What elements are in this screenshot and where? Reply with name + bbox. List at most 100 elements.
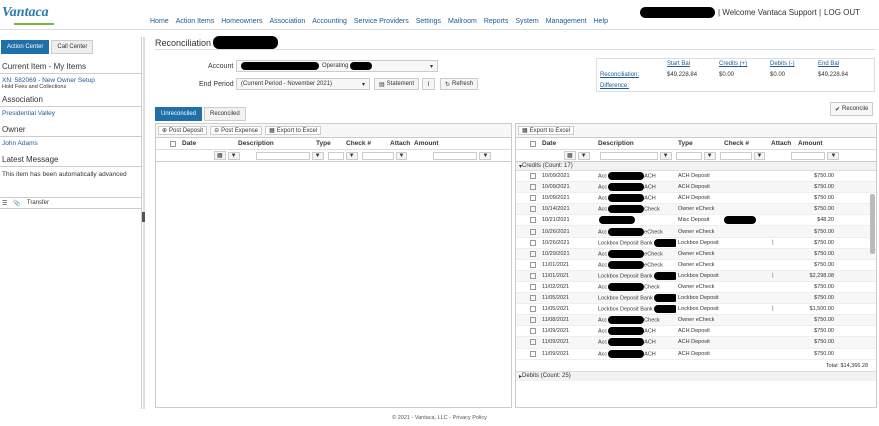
amount-filter[interactable] <box>433 151 478 160</box>
nav-item[interactable]: Accounting <box>312 18 347 25</box>
row-checkbox[interactable] <box>530 228 536 235</box>
tab-reconciled[interactable]: Reconciled <box>204 107 246 121</box>
credits-group-row[interactable]: ▾ Credits (Count: 17) <box>516 162 876 171</box>
nav-item[interactable]: Service Providers <box>354 18 409 25</box>
select-all-checkbox[interactable] <box>170 140 176 147</box>
table-row[interactable]: 10/14/2021 Acc Check Owner eCheck $750.00 <box>516 204 876 216</box>
table-row[interactable]: 11/02/2021 Acc Check Owner eCheck $750.00 <box>516 282 876 294</box>
row-checkbox[interactable] <box>530 239 536 246</box>
splitter-grip[interactable] <box>142 212 145 222</box>
check-filter[interactable] <box>719 151 752 160</box>
row-checkbox[interactable] <box>530 206 536 213</box>
col-attach[interactable]: Attach <box>388 140 412 147</box>
table-row[interactable]: 10/21/2021 Misc Deposit $48.20 <box>516 215 876 227</box>
refresh-button[interactable]: ↻ Refresh <box>440 78 479 90</box>
post-deposit-button[interactable]: ⊕ Post Deposit <box>158 126 208 135</box>
start-bal-header[interactable]: Start Bal <box>667 61 690 67</box>
transfer-button[interactable]: Transfer <box>27 200 49 206</box>
scrollbar-thumb[interactable] <box>870 194 875 254</box>
splitter[interactable] <box>143 37 145 409</box>
tab-action-center[interactable]: Action Center <box>1 40 50 54</box>
type-filter[interactable] <box>327 151 344 160</box>
row-checkbox[interactable] <box>530 261 536 268</box>
logout-link[interactable]: LOG OUT <box>824 8 860 17</box>
filter-icon[interactable]: ▼ <box>577 151 590 160</box>
paperclip-icon[interactable]: ⌇ <box>771 240 774 247</box>
row-checkbox[interactable] <box>530 195 536 202</box>
table-row[interactable]: 11/01/2021 Lockbox Deposit Bank Lockbox De… <box>516 270 876 282</box>
row-checkbox[interactable] <box>530 272 536 279</box>
tab-unreconciled[interactable]: Unreconciled <box>155 107 203 121</box>
nav-item[interactable]: System <box>515 18 538 25</box>
col-type[interactable]: Type <box>676 140 722 147</box>
nav-item[interactable]: Settings <box>416 18 441 25</box>
end-bal-header[interactable]: End Bal <box>818 61 839 67</box>
debits-group-row[interactable]: ▸ Debits (Count: 25) <box>516 371 876 381</box>
debits-header[interactable]: Debits (-) <box>770 61 795 67</box>
check-filter[interactable] <box>361 151 394 160</box>
calendar-icon[interactable]: ▦ <box>564 151 576 160</box>
filter-icon[interactable]: ▼ <box>479 151 492 160</box>
row-checkbox[interactable] <box>530 306 536 313</box>
table-row[interactable]: 11/09/2021 Acc ACH ACH Deposit $750.00 <box>516 326 876 338</box>
paperclip-icon[interactable]: ⌇ <box>771 306 774 313</box>
nav-item[interactable]: Action Items <box>176 18 215 25</box>
post-expense-button[interactable]: ⊖ Post Expense <box>210 126 263 135</box>
association-link[interactable]: Presidential Valley <box>0 107 141 120</box>
reconcile-button[interactable]: ✔ Reconcile <box>830 102 874 116</box>
list-icon[interactable]: ☰ <box>2 200 7 207</box>
row-checkbox[interactable] <box>530 217 536 224</box>
credits-header[interactable]: Credits (+) <box>719 61 747 67</box>
col-type[interactable]: Type <box>314 140 344 147</box>
row-checkbox[interactable] <box>530 283 536 290</box>
col-check[interactable]: Check # <box>344 140 388 147</box>
desc-filter[interactable] <box>255 151 310 160</box>
row-checkbox[interactable] <box>530 173 536 180</box>
row-checkbox[interactable] <box>530 317 536 324</box>
select-all-checkbox[interactable] <box>530 140 536 147</box>
filter-icon[interactable]: ▼ <box>827 151 840 160</box>
nav-item[interactable]: Homeowners <box>221 18 262 25</box>
nav-item[interactable]: Help <box>594 18 608 25</box>
nav-item[interactable]: Home <box>150 18 169 25</box>
nav-item[interactable]: Management <box>546 18 587 25</box>
table-row[interactable]: 11/05/2021 Lockbox Deposit Bank Lockbox De… <box>516 293 876 305</box>
col-date[interactable]: Date <box>180 140 236 147</box>
export-excel-button[interactable]: ▦ Export to Excel <box>265 126 322 135</box>
table-row[interactable]: 11/09/2021 Acc ACH ACH Deposit $750.00 <box>516 337 876 349</box>
row-checkbox[interactable] <box>530 339 536 346</box>
account-select[interactable]: Operating ▾ <box>236 60 438 72</box>
calendar-icon[interactable]: ▦ <box>214 151 226 160</box>
row-checkbox[interactable] <box>530 295 536 302</box>
vantaca-logo[interactable]: Vantaca <box>2 5 49 21</box>
difference-label[interactable]: Difference: <box>600 83 629 89</box>
amount-filter[interactable] <box>791 151 826 160</box>
col-check[interactable]: Check # <box>722 140 769 147</box>
table-row[interactable]: 10/26/2021 Acc eCheck Owner eCheck $750.00 <box>516 226 876 238</box>
statement-button[interactable]: ▤ Statement <box>374 78 420 90</box>
end-period-select[interactable]: (Current Period - November 2021) ▾ <box>236 78 370 90</box>
nav-item[interactable]: Association <box>269 18 305 25</box>
nav-item[interactable]: Reports <box>484 18 509 25</box>
type-filter[interactable] <box>675 151 702 160</box>
row-checkbox[interactable] <box>530 328 536 335</box>
filter-icon[interactable]: ▼ <box>227 151 240 160</box>
table-row[interactable]: 10/29/2021 Acc eCheck Owner eCheck $750.00 <box>516 248 876 260</box>
row-checkbox[interactable] <box>530 250 536 257</box>
paperclip-icon[interactable]: 📎 <box>13 200 20 207</box>
attach-button[interactable]: ⌇ <box>422 78 435 90</box>
filter-icon[interactable]: ▼ <box>659 151 672 160</box>
table-row[interactable]: 11/08/2021 Acc Check Owner eCheck $750.00 <box>516 315 876 327</box>
table-row[interactable]: 10/09/2021 Acc ACH ACH Deposit $750.00 <box>516 171 876 183</box>
filter-icon[interactable]: ▼ <box>311 151 324 160</box>
table-row[interactable]: 10/09/2021 Acc ACH ACH Deposit $750.00 <box>516 193 876 205</box>
col-amount[interactable]: Amount <box>796 140 846 147</box>
table-row[interactable]: 11/09/2021 Acc ACH ACH Deposit $750.00 <box>516 349 876 360</box>
row-checkbox[interactable] <box>530 350 536 357</box>
table-row[interactable]: 11/01/2021 Acc eCheck Owner eCheck $750.00 <box>516 260 876 271</box>
filter-icon[interactable]: ▼ <box>345 151 358 160</box>
paperclip-icon[interactable]: ⌇ <box>771 273 774 280</box>
row-checkbox[interactable] <box>530 184 536 191</box>
col-attach[interactable]: Attach <box>769 140 796 147</box>
col-date[interactable]: Date <box>540 140 596 147</box>
